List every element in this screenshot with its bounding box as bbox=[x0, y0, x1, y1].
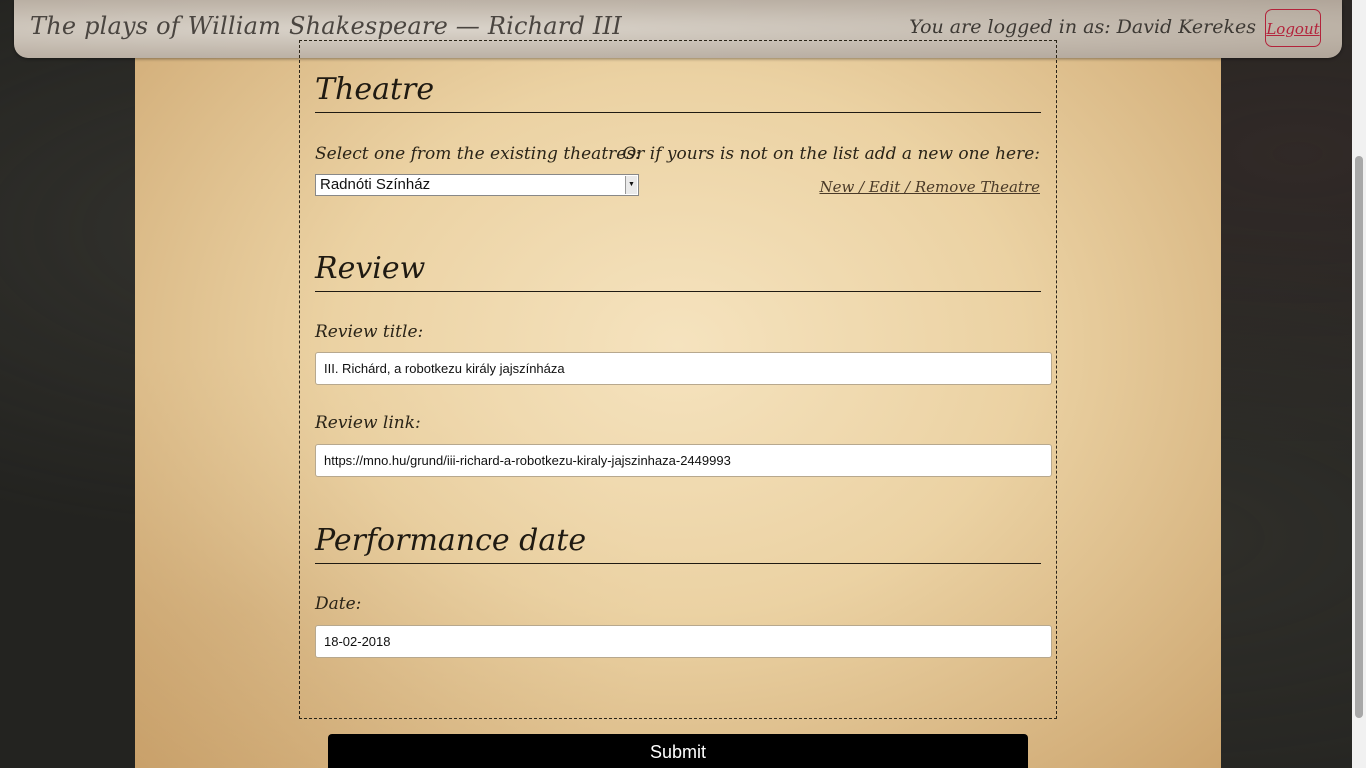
logout-button[interactable]: Logout bbox=[1265, 9, 1321, 47]
review-title-label: Review title: bbox=[315, 322, 424, 342]
date-input[interactable]: 18-02-2018 bbox=[315, 625, 1052, 658]
theatre-select[interactable]: Radnóti Színház ▼ bbox=[315, 174, 639, 196]
dropdown-arrow-icon[interactable]: ▼ bbox=[625, 176, 637, 194]
review-link-input[interactable]: https://mno.hu/grund/iii-richard-a-robot… bbox=[315, 444, 1052, 477]
date-label: Date: bbox=[315, 594, 362, 614]
review-link-label: Review link: bbox=[315, 413, 421, 433]
logged-in-user-text: You are logged in as: David Kerekes bbox=[909, 16, 1256, 38]
vertical-scrollbar[interactable] bbox=[1352, 0, 1366, 768]
theatre-select-label: Select one from the existing theatres: bbox=[315, 144, 641, 164]
theatre-heading: Theatre bbox=[315, 72, 1041, 113]
add-theatre-label: Or if yours is not on the list add a new… bbox=[622, 144, 1040, 164]
performance-date-heading: Performance date bbox=[315, 523, 1041, 564]
submit-button[interactable]: Submit bbox=[328, 734, 1028, 768]
page-title: The plays of William Shakespeare — Richa… bbox=[30, 12, 622, 40]
review-heading: Review bbox=[315, 251, 1041, 292]
new-edit-remove-theatre-link[interactable]: New / Edit / Remove Theatre bbox=[819, 178, 1040, 196]
scrollbar-thumb[interactable] bbox=[1355, 156, 1363, 718]
review-title-input[interactable]: III. Richárd, a robotkezu király jajszín… bbox=[315, 352, 1052, 385]
theatre-select-value: Radnóti Színház bbox=[320, 176, 431, 193]
